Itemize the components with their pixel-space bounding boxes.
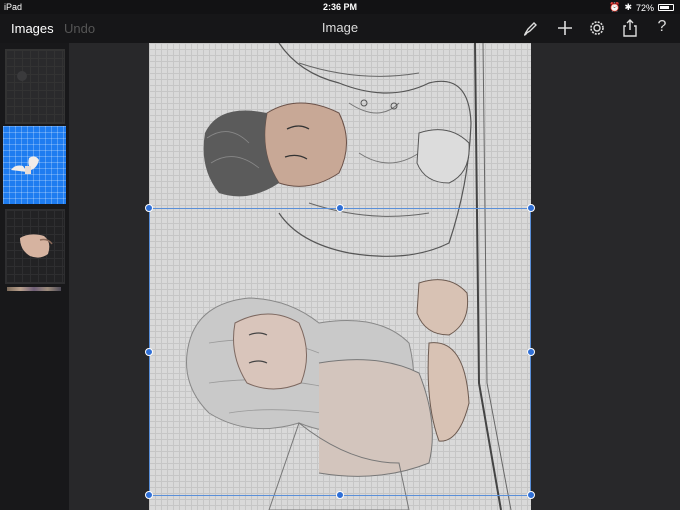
layer-1-preview <box>17 71 27 81</box>
add-icon[interactable] <box>555 18 575 38</box>
layer-3-preview <box>20 234 53 258</box>
resize-handle-bottom-left[interactable] <box>145 491 153 499</box>
help-icon[interactable]: ? <box>652 18 672 38</box>
layer-strip[interactable] <box>7 287 61 291</box>
resize-handle-top-left[interactable] <box>145 204 153 212</box>
layers-sidebar <box>0 43 69 510</box>
settings-gear-icon[interactable] <box>587 18 607 38</box>
share-icon[interactable] <box>620 18 640 38</box>
bluetooth-icon: ✱ <box>624 2 632 12</box>
drawing-canvas[interactable] <box>149 43 531 510</box>
resize-handle-left[interactable] <box>145 348 153 356</box>
resize-handle-bottom[interactable] <box>336 491 344 499</box>
resize-handle-top[interactable] <box>336 204 344 212</box>
resize-handle-top-right[interactable] <box>527 204 535 212</box>
resize-handle-right[interactable] <box>527 348 535 356</box>
battery-icon <box>658 4 674 11</box>
status-right: ⏰ ✱ 72% <box>609 2 674 13</box>
layer-2-preview <box>11 156 39 174</box>
artwork <box>186 43 512 510</box>
brush-icon[interactable] <box>521 18 541 38</box>
battery-percent: 72% <box>635 2 654 13</box>
toolbar: Images Undo Image ? <box>0 14 680 43</box>
resize-handle-bottom-right[interactable] <box>527 491 535 499</box>
alarm-icon: ⏰ <box>609 2 621 12</box>
status-bar: iPad 2:36 PM ⏰ ✱ 72% <box>0 0 680 14</box>
clock: 2:36 PM <box>322 2 357 12</box>
page-title: Image <box>321 20 359 35</box>
battery-fill <box>660 6 669 9</box>
layer-thumbnail-3[interactable] <box>5 209 65 284</box>
layer-thumbnail-2[interactable] <box>3 126 66 204</box>
layer-thumbnail-1[interactable] <box>5 49 65 124</box>
